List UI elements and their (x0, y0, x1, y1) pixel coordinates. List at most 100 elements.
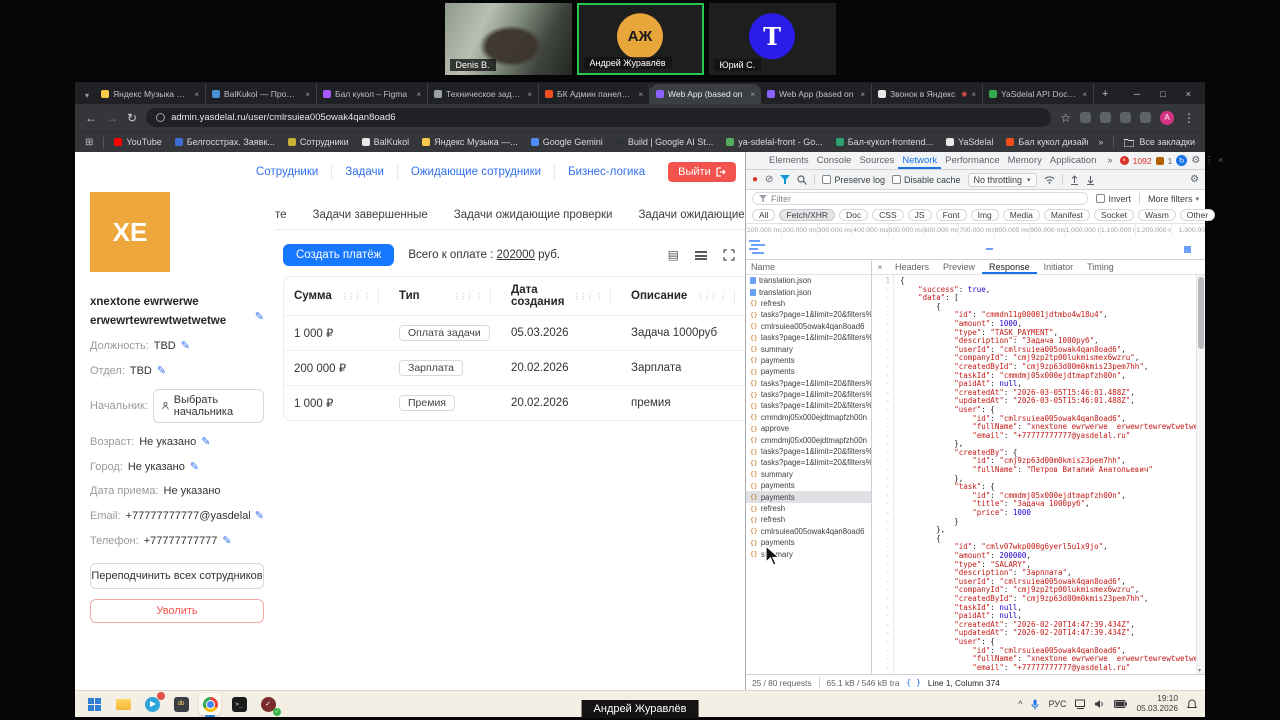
column-menu-icon[interactable]: ⋮ (595, 292, 603, 301)
browser-tab[interactable]: БК Админ панель (п× (539, 84, 650, 104)
request-row[interactable]: {}payments (746, 480, 871, 491)
apps-grid-icon[interactable]: ⊞ (85, 137, 93, 148)
filter-chip[interactable]: JS (908, 209, 932, 221)
tab-close-icon[interactable]: × (638, 90, 643, 99)
devtools-tab-elements[interactable]: Elements (765, 152, 813, 169)
request-row[interactable]: {}refresh (746, 503, 871, 514)
more-panels-icon[interactable]: » (1107, 155, 1112, 166)
browser-tab[interactable]: YaSdelal API Docum× (983, 84, 1094, 104)
network-filter-input[interactable]: Filter (752, 192, 1088, 205)
nav-link[interactable]: Сотрудники (243, 164, 332, 180)
column-menu-icon[interactable]: ⋮ (363, 292, 371, 301)
select-manager-button[interactable]: Выбрать начальника (153, 389, 264, 423)
back-icon[interactable]: ← (85, 111, 97, 125)
bookmark-item[interactable]: YaSdelal (946, 137, 993, 147)
clear-network-icon[interactable]: ⊘ (765, 174, 773, 185)
tab-close-icon[interactable]: × (750, 90, 755, 99)
request-row[interactable]: {}tasks?page=1&limit=20&filters%5... (746, 400, 871, 411)
create-payment-button[interactable]: Создать платёж (283, 244, 394, 266)
address-bar[interactable]: admin.yasdelal.ru/user/cmlrsuiea005owak4… (146, 108, 1051, 127)
browser-profile-avatar[interactable]: A (1160, 111, 1174, 125)
browser-tab[interactable]: Бал кукол – Figma× (317, 84, 428, 104)
request-row[interactable]: {}cmmdmj05x000ejdtmapfzh00n (746, 434, 871, 445)
site-info-icon[interactable] (156, 113, 165, 122)
filter-chip[interactable]: Fetch/XHR (779, 209, 835, 221)
column-grip-icon[interactable]: ⋮⋮⋮ (453, 292, 473, 301)
network-conditions-icon[interactable] (1044, 175, 1055, 184)
filter-chip[interactable]: All (752, 209, 775, 221)
tab-search-icon[interactable]: ▾ (79, 91, 95, 104)
browser-tab[interactable]: Web App (based on× (761, 84, 872, 104)
devtools-tab-performance[interactable]: Performance (941, 152, 1003, 169)
tab-close-icon[interactable]: × (527, 90, 532, 99)
request-row[interactable]: {}tasks?page=1&limit=20&filters%5... (746, 332, 871, 343)
invert-checkbox[interactable]: Invert (1096, 194, 1131, 204)
filter-chip[interactable]: Wasm (1138, 209, 1176, 221)
edit-icon[interactable]: ✎ (222, 534, 231, 547)
reload-icon[interactable]: ↻ (127, 111, 137, 125)
bookmark-item[interactable]: Бал кукол дизайн (1006, 137, 1088, 147)
edit-icon[interactable]: ✎ (157, 364, 166, 377)
column-grip-icon[interactable]: ⋮⋮⋮ (573, 292, 593, 301)
column-menu-icon[interactable]: ⋮ (475, 292, 483, 301)
filter-chip[interactable]: Socket (1094, 209, 1134, 221)
section-tab[interactable]: те (275, 209, 287, 229)
microphone-icon[interactable] (1031, 699, 1039, 710)
network-icon[interactable] (1075, 699, 1086, 709)
throttling-select[interactable]: No throttling ▾ (968, 173, 1037, 187)
network-timeline[interactable]: 100,000 ms200,000 ms300,000 ms400,000 ms… (746, 224, 1205, 260)
scrollbar-thumb[interactable] (1198, 277, 1204, 349)
format-json-icon[interactable]: { } (906, 678, 920, 687)
table-header-cell[interactable]: Дата создания⋮⋮⋮⋮ (501, 277, 621, 315)
new-tab-button[interactable]: + (1094, 88, 1116, 104)
windows-start-button[interactable] (83, 693, 105, 715)
warning-count[interactable]: 1 (1168, 156, 1173, 166)
nav-link[interactable]: Ожидающие сотрудники (398, 164, 555, 180)
devtools-tab-memory[interactable]: Memory (1004, 152, 1046, 169)
devtools-settings-icon[interactable]: ⚙ (1191, 155, 1200, 166)
column-grip-icon[interactable]: ⋮⋮⋮ (341, 292, 361, 301)
detail-tab-preview[interactable]: Preview (936, 260, 982, 274)
request-row[interactable]: {}tasks?page=1&limit=20&filters%5... (746, 446, 871, 457)
request-row[interactable]: {}approve (746, 423, 871, 434)
search-icon[interactable] (797, 175, 807, 185)
request-row[interactable]: {}tasks?page=1&limit=20&filters%5... (746, 309, 871, 320)
bookmark-star-icon[interactable]: ☆ (1060, 111, 1071, 125)
import-har-icon[interactable] (1070, 175, 1079, 185)
record-network-icon[interactable]: ● (752, 174, 758, 185)
request-row[interactable]: {}payments (746, 355, 871, 366)
request-row[interactable]: {}payments (746, 491, 871, 502)
request-row[interactable]: {}cmmdmj05x000ejdtmapfzh00n (746, 412, 871, 423)
edit-icon[interactable]: ✎ (255, 509, 264, 522)
filter-icon[interactable] (780, 175, 790, 184)
detail-tab-initiator[interactable]: Initiator (1037, 260, 1081, 274)
total-value[interactable]: 202000 (497, 249, 535, 261)
taskbar-clock[interactable]: 19:10 05.03.2026 (1136, 694, 1178, 714)
tab-close-icon[interactable]: × (305, 90, 310, 99)
request-row[interactable]: {}cmlrsuiea005owak4qan8oad6 (746, 321, 871, 332)
bookmark-item[interactable]: YouTube (114, 137, 161, 147)
response-scrollbar[interactable]: ▾ (1196, 275, 1205, 674)
table-view-icon[interactable]: ▤ (668, 248, 679, 262)
edit-icon[interactable]: ✎ (201, 435, 210, 448)
column-menu-icon[interactable]: ⋮ (719, 292, 727, 301)
chrome-icon[interactable] (199, 693, 221, 715)
fire-employee-button[interactable]: Уволить (90, 599, 264, 623)
logout-button[interactable]: Выйти (668, 162, 736, 182)
terminal-icon[interactable]: >_ (228, 693, 250, 715)
detail-tab-response[interactable]: Response (982, 260, 1037, 274)
browser-tab[interactable]: Web App (based on× (650, 84, 761, 104)
bookmark-item[interactable]: BalKukol (362, 137, 410, 147)
browser-tab[interactable]: Яндекс Музыка — с× (95, 84, 206, 104)
extension-icon[interactable] (1120, 112, 1131, 123)
request-row[interactable]: translation.json (746, 275, 871, 286)
disable-cache-checkbox[interactable]: Disable cache (892, 175, 961, 185)
devtools-tab-sources[interactable]: Sources (855, 152, 898, 169)
column-grip-icon[interactable]: ⋮⋮⋮ (697, 292, 717, 301)
forward-icon[interactable]: → (106, 111, 118, 125)
error-count[interactable]: 1092 (1133, 156, 1152, 166)
browser-tab[interactable]: BalKukol — Профиль× (206, 84, 317, 104)
close-window-button[interactable]: × (1186, 89, 1191, 99)
volume-icon[interactable] (1095, 699, 1105, 709)
table-row[interactable]: 200 000 ₽Зарплата20.02.2026Зарплата (284, 350, 745, 385)
